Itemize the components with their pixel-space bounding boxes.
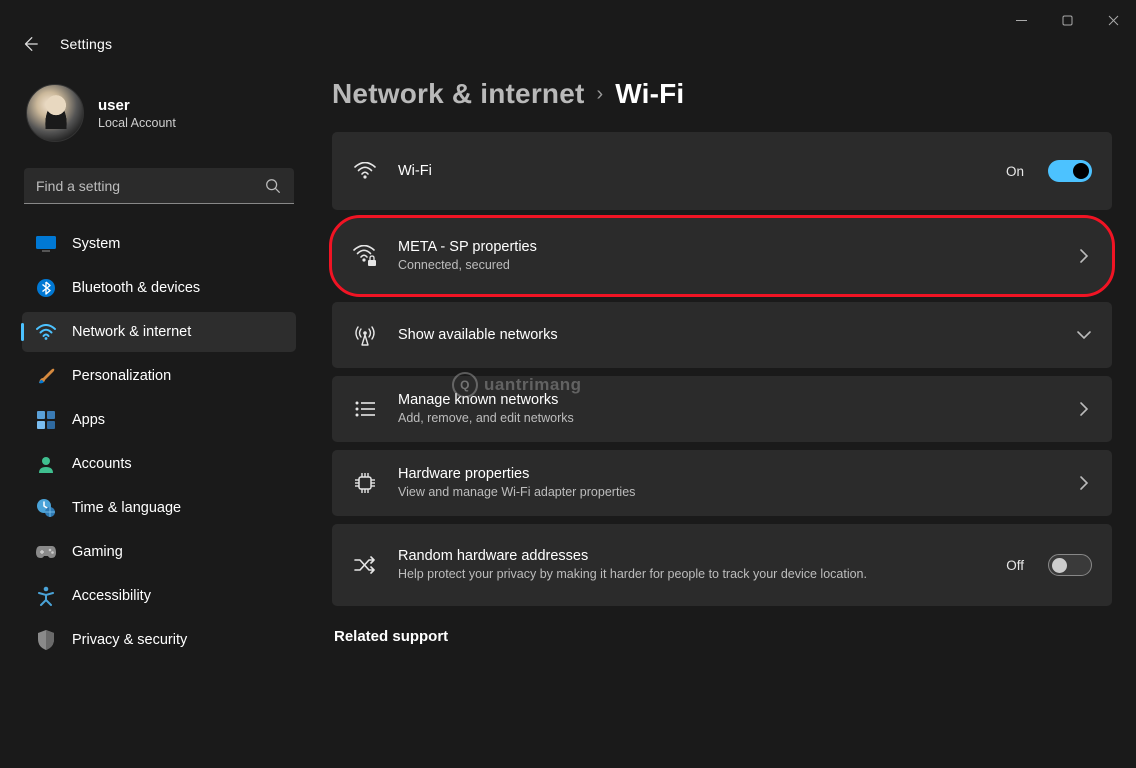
search-input[interactable]	[24, 168, 294, 204]
related-support-heading: Related support	[334, 628, 1112, 645]
profile-name: user	[98, 97, 176, 114]
nav-label: Network & internet	[72, 324, 191, 340]
wifi-toggle-label: Wi-Fi	[398, 163, 986, 179]
list-icon	[352, 401, 378, 417]
nav-list: System Bluetooth & devices Network & int…	[18, 222, 300, 662]
chevron-down-icon	[1076, 327, 1092, 343]
back-arrow-icon	[21, 35, 39, 53]
nav-item-accounts[interactable]: Accounts	[22, 444, 296, 484]
maximize-button[interactable]	[1044, 0, 1090, 40]
nav-item-bluetooth[interactable]: Bluetooth & devices	[22, 268, 296, 308]
connected-network-subtitle: Connected, secured	[398, 257, 918, 274]
search-icon	[264, 177, 282, 195]
connected-network-title: META - SP properties	[398, 239, 1056, 255]
breadcrumb: Network & internet › Wi-Fi	[332, 64, 1112, 132]
chevron-right-icon: ›	[597, 83, 604, 106]
hardware-card: Hardware properties View and manage Wi-F…	[332, 450, 1112, 516]
sidebar: user Local Account System Bluetooth & de…	[0, 64, 310, 762]
nav-item-apps[interactable]: Apps	[22, 400, 296, 440]
nav-label: Gaming	[72, 544, 123, 560]
nav-label: Privacy & security	[72, 632, 187, 648]
clock-globe-icon	[36, 498, 56, 518]
search-container	[24, 168, 294, 204]
nav-label: Personalization	[72, 368, 171, 384]
random-mac-subtitle: Help protect your privacy by making it h…	[398, 566, 918, 583]
available-networks-row[interactable]: Show available networks	[332, 302, 1112, 368]
chevron-right-icon	[1076, 475, 1092, 491]
wifi-icon	[352, 162, 378, 180]
chevron-right-icon	[1076, 401, 1092, 417]
maximize-icon	[1062, 15, 1073, 26]
available-networks-title: Show available networks	[398, 327, 1056, 343]
person-icon	[36, 454, 56, 474]
hardware-title: Hardware properties	[398, 466, 1056, 482]
shield-icon	[36, 630, 56, 650]
nav-label: Bluetooth & devices	[72, 280, 200, 296]
random-mac-row[interactable]: Random hardware addresses Help protect y…	[332, 524, 1112, 606]
wifi-icon	[36, 322, 56, 342]
known-networks-title: Manage known networks	[398, 392, 1056, 408]
nav-label: Time & language	[72, 500, 181, 516]
breadcrumb-current: Wi-Fi	[615, 78, 684, 110]
chevron-right-icon	[1076, 248, 1092, 264]
system-icon	[36, 234, 56, 254]
breadcrumb-parent[interactable]: Network & internet	[332, 78, 585, 110]
user-profile[interactable]: user Local Account	[18, 84, 300, 162]
available-networks-card: Show available networks	[332, 302, 1112, 368]
nav-item-gaming[interactable]: Gaming	[22, 532, 296, 572]
minimize-button[interactable]	[998, 0, 1044, 40]
known-networks-subtitle: Add, remove, and edit networks	[398, 410, 918, 427]
nav-label: Accounts	[72, 456, 132, 472]
wifi-lock-icon	[352, 245, 378, 267]
wifi-toggle-card: Wi-Fi On	[332, 132, 1112, 210]
avatar	[26, 84, 84, 142]
known-networks-card: Manage known networks Add, remove, and e…	[332, 376, 1112, 442]
nav-label: Accessibility	[72, 588, 151, 604]
known-networks-row[interactable]: Manage known networks Add, remove, and e…	[332, 376, 1112, 442]
minimize-icon	[1016, 15, 1027, 26]
connected-network-card: META - SP properties Connected, secured	[332, 218, 1112, 294]
wifi-toggle-state: On	[1006, 164, 1024, 179]
main-content: Network & internet › Wi-Fi Wi-Fi On	[310, 64, 1136, 762]
paintbrush-icon	[36, 366, 56, 386]
connected-network-row[interactable]: META - SP properties Connected, secured	[332, 218, 1112, 294]
chip-icon	[352, 472, 378, 494]
random-mac-toggle[interactable]	[1048, 554, 1092, 576]
nav-item-personalization[interactable]: Personalization	[22, 356, 296, 396]
wifi-toggle-row[interactable]: Wi-Fi On	[332, 132, 1112, 210]
nav-item-accessibility[interactable]: Accessibility	[22, 576, 296, 616]
nav-item-system[interactable]: System	[22, 224, 296, 264]
nav-item-privacy[interactable]: Privacy & security	[22, 620, 296, 660]
hardware-subtitle: View and manage Wi-Fi adapter properties	[398, 484, 918, 501]
shuffle-icon	[352, 556, 378, 574]
nav-label: System	[72, 236, 120, 252]
app-title: Settings	[60, 36, 112, 52]
nav-item-time-language[interactable]: Time & language	[22, 488, 296, 528]
nav-item-network[interactable]: Network & internet	[22, 312, 296, 352]
app-header: Settings	[0, 34, 1136, 64]
wifi-toggle-switch[interactable]	[1048, 160, 1092, 182]
antenna-icon	[352, 324, 378, 346]
random-mac-state: Off	[1006, 558, 1024, 573]
apps-icon	[36, 410, 56, 430]
gamepad-icon	[36, 542, 56, 562]
random-mac-card: Random hardware addresses Help protect y…	[332, 524, 1112, 606]
hardware-row[interactable]: Hardware properties View and manage Wi-F…	[332, 450, 1112, 516]
random-mac-title: Random hardware addresses	[398, 548, 986, 564]
accessibility-icon	[36, 586, 56, 606]
bluetooth-icon	[36, 278, 56, 298]
close-button[interactable]	[1090, 0, 1136, 40]
close-icon	[1108, 15, 1119, 26]
nav-label: Apps	[72, 412, 105, 428]
back-button[interactable]	[20, 34, 40, 54]
profile-subtitle: Local Account	[98, 116, 176, 130]
